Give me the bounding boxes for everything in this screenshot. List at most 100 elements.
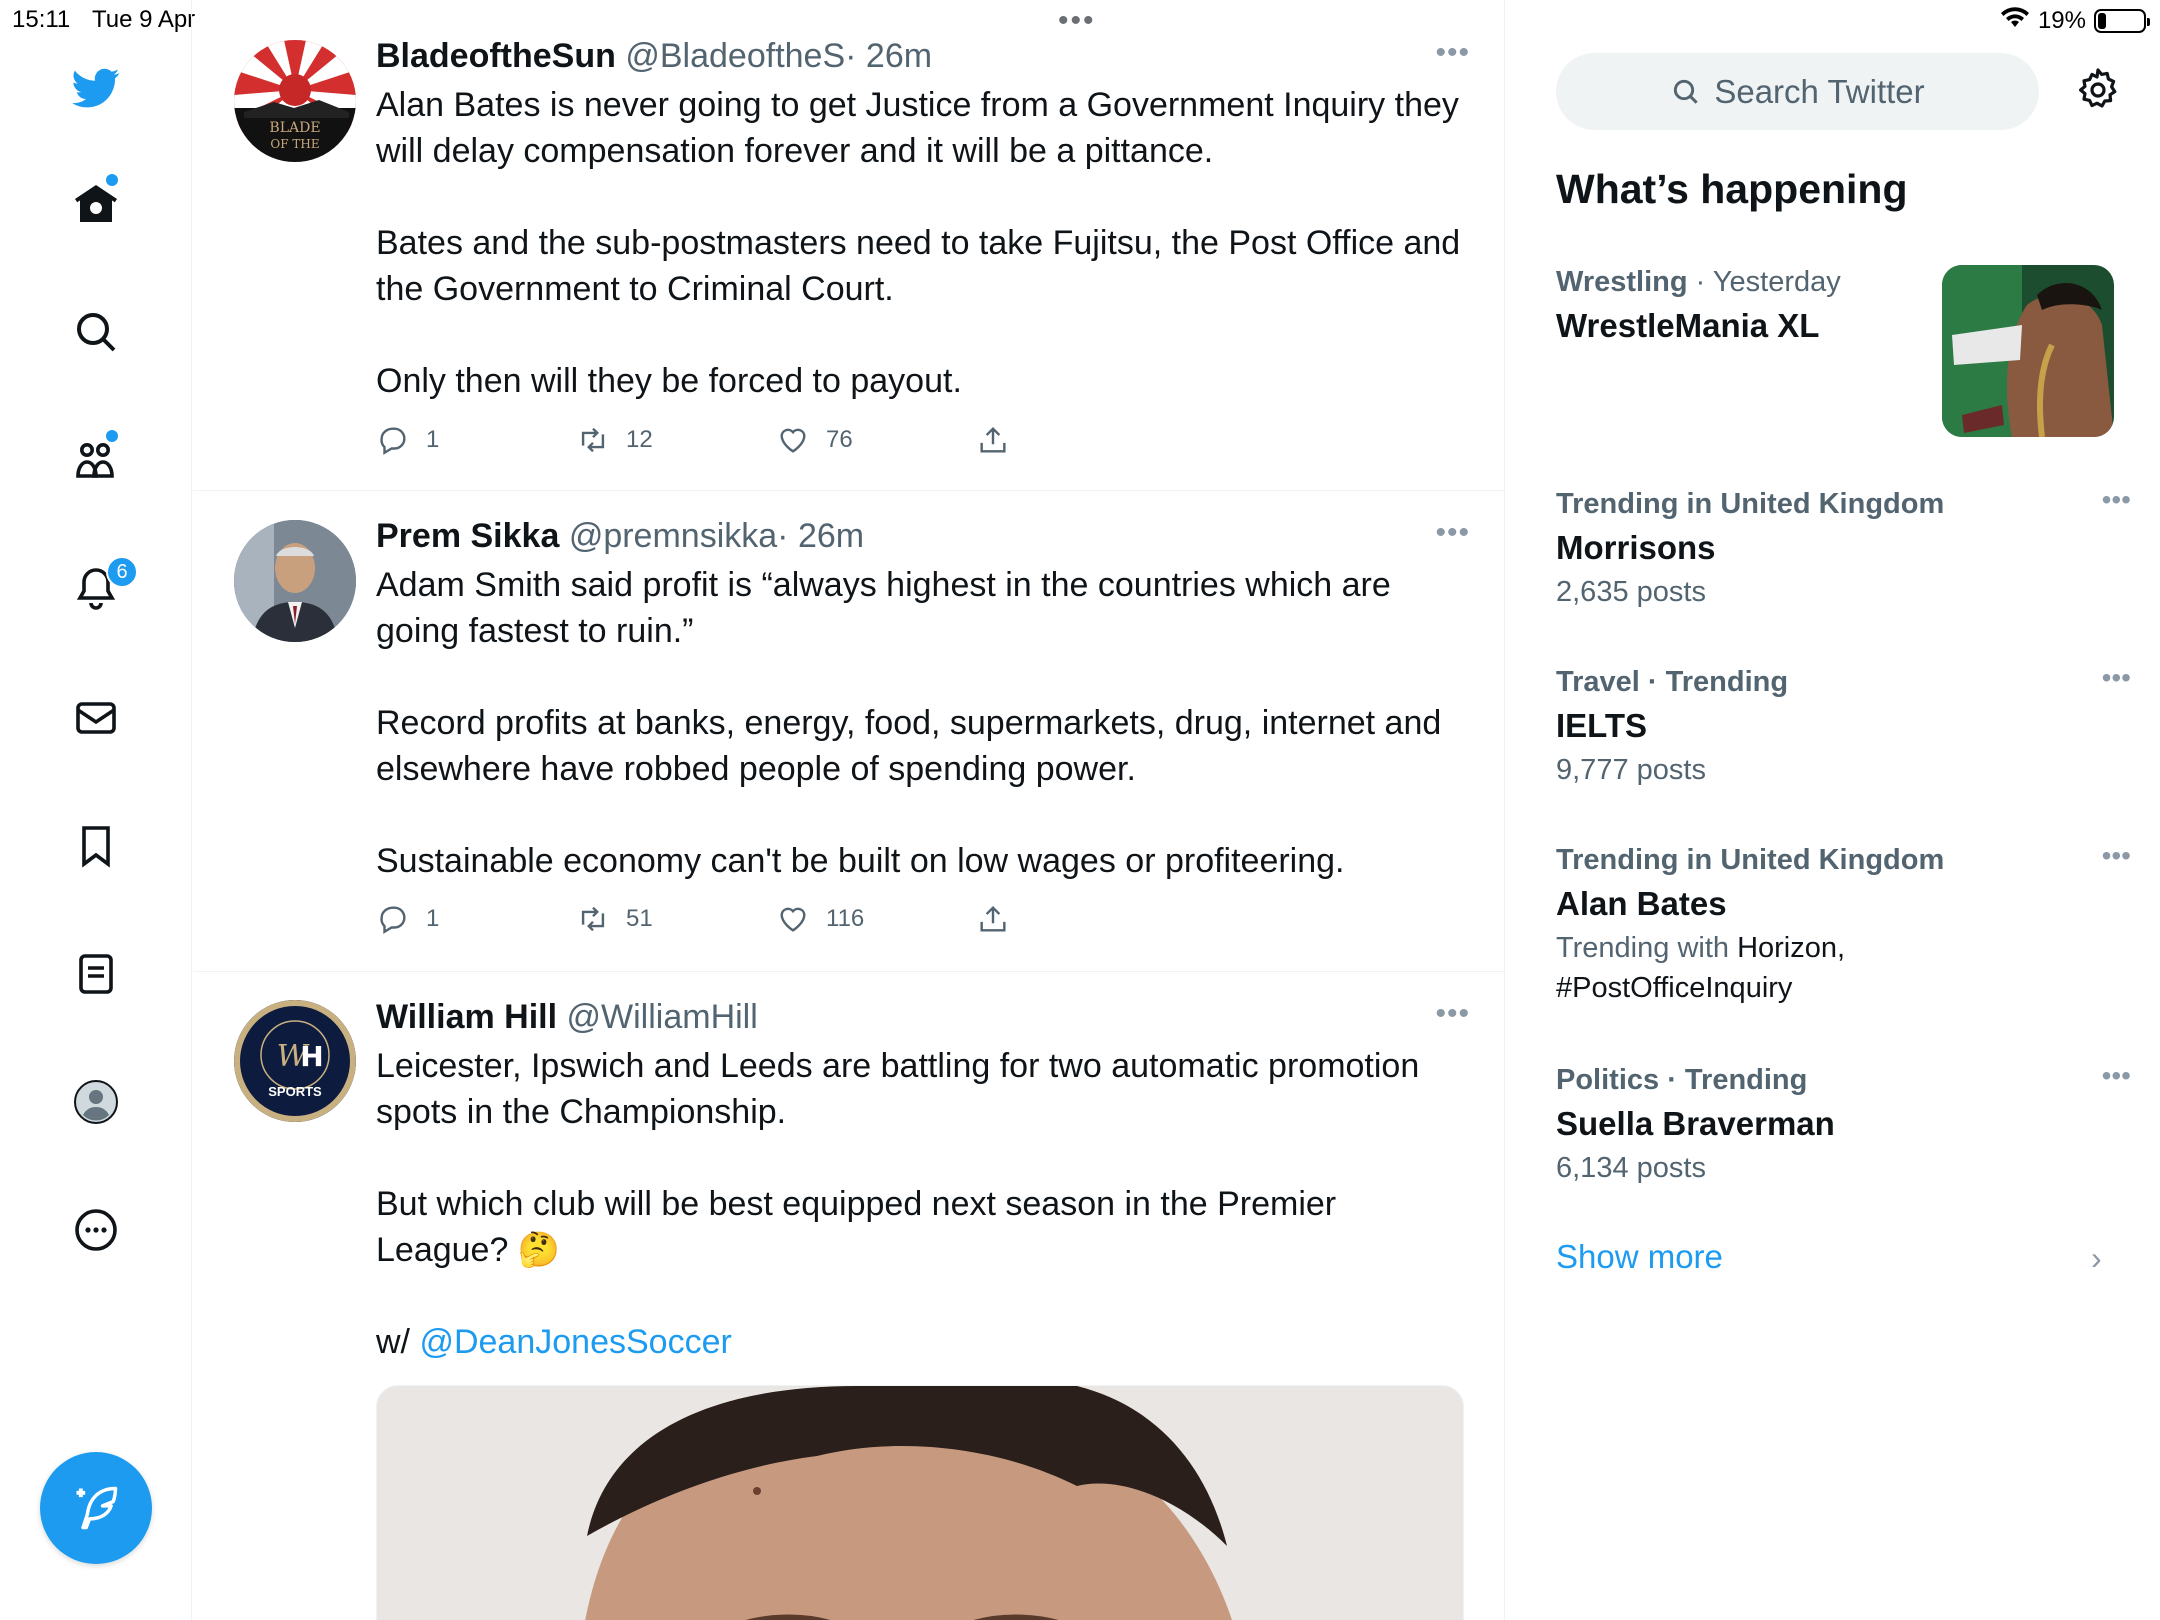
- whats-happening-heading: What’s happening: [1556, 166, 1908, 212]
- trend-title: Suella Braverman: [1556, 1105, 1835, 1142]
- right-sidebar: Search Twitter What’s happening Wrestlin…: [1506, 0, 2160, 1620]
- trend-more-icon[interactable]: •••: [2102, 484, 2131, 516]
- lists-icon[interactable]: [70, 948, 122, 1000]
- share-icon: [980, 426, 1006, 453]
- retweet-button[interactable]: 12: [576, 423, 653, 457]
- tweet-actions: 1 12 76: [376, 423, 1076, 463]
- trend-post-count: 6,134 posts: [1556, 1152, 1706, 1184]
- tweet-avatar[interactable]: W H SPORTS: [234, 1000, 356, 1122]
- share-button[interactable]: [976, 423, 1010, 457]
- more-options-icon[interactable]: [70, 1204, 122, 1256]
- trend-category: Trending in United Kingdom: [1556, 488, 1945, 520]
- retweet-button[interactable]: 51: [576, 902, 653, 936]
- tweet[interactable]: W H SPORTS William Hill @WilliamHill •••…: [193, 973, 1504, 1620]
- reply-button[interactable]: 1: [376, 423, 439, 457]
- tweet-more-icon[interactable]: •••: [1435, 36, 1470, 70]
- tweet[interactable]: Prem Sikka @premnsikka· 26m ••• Adam Smi…: [193, 492, 1504, 972]
- tweet-mention-link[interactable]: @DeanJonesSoccer: [419, 1323, 731, 1361]
- avatar-sports-label: SPORTS: [268, 1084, 322, 1099]
- reply-button[interactable]: 1: [376, 902, 439, 936]
- timeline: BLADE OF THE BladeoftheSun @BladeoftheS·…: [193, 0, 1505, 1620]
- show-more-link[interactable]: Show more: [1556, 1238, 1723, 1276]
- tweet[interactable]: BLADE OF THE BladeoftheSun @BladeoftheS·…: [193, 0, 1504, 491]
- tweet-timestamp[interactable]: · 26m: [845, 37, 932, 75]
- profile-avatar-icon[interactable]: [70, 1076, 122, 1128]
- tweet-header: William Hill @WilliamHill: [376, 997, 1476, 1037]
- trend-category: Trending in United Kingdom: [1556, 844, 1945, 876]
- tweet-video-media[interactable]: [376, 1385, 1464, 1620]
- reply-icon: [380, 427, 406, 455]
- search-input[interactable]: Search Twitter: [1556, 53, 2039, 130]
- trend-thumbnail-image[interactable]: [1942, 265, 2114, 437]
- left-nav: 6: [0, 0, 192, 1620]
- trend-more-icon[interactable]: •••: [2102, 662, 2131, 694]
- reply-icon: [380, 906, 406, 934]
- share-button[interactable]: [976, 902, 1010, 936]
- notifications-count-badge: 6: [106, 556, 138, 588]
- trend-item[interactable]: Politics · Trending ••• Suella Braverman…: [1556, 1060, 2131, 1188]
- trend-title: IELTS: [1556, 707, 1648, 744]
- search-placeholder: Search Twitter: [1714, 72, 1925, 110]
- messages-envelope-icon[interactable]: [70, 692, 122, 744]
- svg-text:OF THE: OF THE: [270, 137, 319, 151]
- tweet-text: Alan Bates is never going to get Justice…: [376, 86, 1461, 400]
- trend-item[interactable]: Travel · Trending ••• IELTS 9,777 posts: [1556, 662, 2131, 790]
- trend-title: Alan Bates: [1556, 885, 1727, 922]
- tweet-author-handle[interactable]: @BladeoftheS: [625, 37, 845, 75]
- trend-more-icon[interactable]: •••: [2102, 840, 2131, 872]
- tweet-text: Leicester, Ipswich and Leeds are battlin…: [376, 1043, 1476, 1365]
- explore-search-icon[interactable]: [70, 306, 122, 358]
- tweet-timestamp[interactable]: · 26m: [777, 517, 864, 555]
- twitter-logo-icon[interactable]: [70, 62, 122, 114]
- tweet-author-name[interactable]: William Hill: [376, 998, 557, 1036]
- like-button[interactable]: 76: [776, 423, 853, 457]
- tweet-author-name[interactable]: Prem Sikka: [376, 517, 559, 555]
- trend-post-count: 2,635 posts: [1556, 576, 1706, 608]
- tweet-actions: 1 51 116: [376, 902, 1076, 942]
- svg-text:BLADE: BLADE: [269, 120, 320, 136]
- like-button[interactable]: 116: [776, 902, 864, 936]
- tweet-avatar[interactable]: [234, 520, 356, 642]
- tweet-more-icon[interactable]: •••: [1435, 516, 1470, 550]
- communities-icon[interactable]: [70, 434, 122, 486]
- retweet-icon: [581, 906, 605, 932]
- trend-category: Travel · Trending: [1556, 666, 1789, 698]
- share-icon: [980, 905, 1006, 932]
- tweet-header: Prem Sikka @premnsikka· 26m: [376, 516, 1476, 556]
- communities-unread-dot: [106, 430, 118, 442]
- trend-related-hashtag[interactable]: #PostOfficeInquiry: [1556, 968, 2116, 1008]
- reply-count: 1: [426, 426, 440, 453]
- trend-more-icon[interactable]: •••: [2102, 1060, 2131, 1092]
- trend-item[interactable]: Trending in United Kingdom ••• Morrisons…: [1556, 484, 2131, 612]
- tweet-header: BladeoftheSun @BladeoftheS· 26m: [376, 36, 1476, 76]
- bookmarks-icon[interactable]: [70, 820, 122, 872]
- home-icon[interactable]: [70, 178, 122, 230]
- tweet-text-body: Leicester, Ipswich and Leeds are battlin…: [376, 1047, 1420, 1361]
- tweet-more-icon[interactable]: •••: [1435, 997, 1470, 1031]
- feather-plus-icon: [76, 1486, 118, 1530]
- trend-post-count: 9,777 posts: [1556, 754, 1706, 786]
- tweet-author-name[interactable]: BladeoftheSun: [376, 37, 616, 75]
- trend-related-term[interactable]: Horizon,: [1737, 932, 1845, 964]
- trend-category: Wrestling: [1556, 266, 1688, 298]
- tweet-author-handle[interactable]: @premnsikka: [569, 517, 777, 555]
- tweet-avatar[interactable]: BLADE OF THE: [234, 40, 356, 162]
- trend-category: Politics · Trending: [1556, 1064, 1808, 1096]
- heart-icon: [780, 907, 806, 932]
- svg-text:H: H: [300, 1040, 323, 1073]
- trend-related-prefix: Trending with: [1556, 932, 1738, 964]
- trend-time: · Yesterday: [1687, 266, 1841, 298]
- search-icon: [1674, 79, 1699, 104]
- trend-item[interactable]: Trending in United Kingdom ••• Alan Bate…: [1556, 840, 2131, 1008]
- compose-tweet-button[interactable]: [40, 1452, 152, 1564]
- reply-count: 1: [426, 905, 440, 932]
- chevron-right-icon: ›: [2091, 1240, 2102, 1276]
- home-unread-dot: [106, 174, 118, 186]
- settings-gear-icon[interactable]: [2074, 66, 2122, 114]
- like-count: 116: [826, 905, 865, 932]
- like-count: 76: [826, 426, 853, 453]
- retweet-count: 51: [626, 905, 653, 932]
- retweet-icon: [581, 427, 605, 453]
- trend-related: Trending with Horizon,: [1556, 928, 2116, 968]
- tweet-author-handle[interactable]: @WilliamHill: [567, 998, 758, 1036]
